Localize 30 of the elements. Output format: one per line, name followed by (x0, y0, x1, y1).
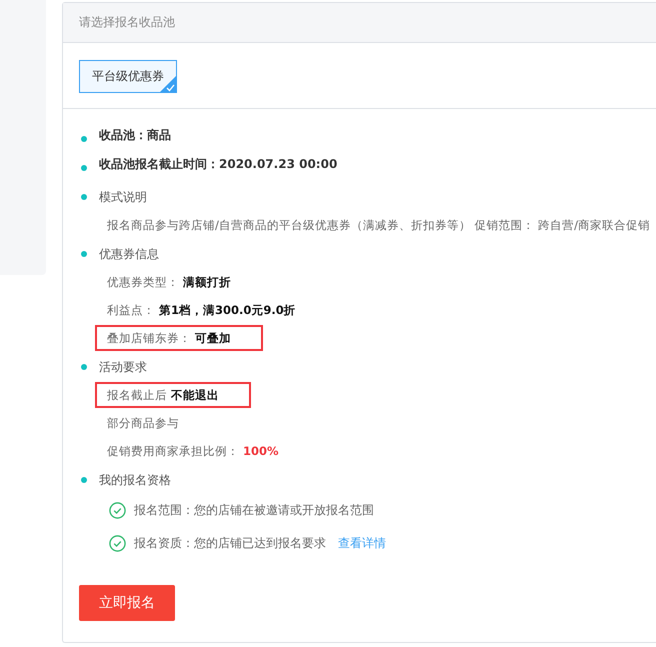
check-text: 报名资质：您的店铺已达到报名要求 (134, 535, 326, 552)
check-text: 报名范围：您的店铺在被邀请或开放报名范围 (134, 502, 374, 519)
info-label: 叠加店铺东券： (107, 330, 191, 346)
info-value: 满额打折 (183, 274, 231, 290)
info-label: 部分商品参与 (107, 416, 179, 430)
section-title: 我的报名资格 (99, 472, 171, 488)
info-label: 报名截止后 (107, 388, 167, 402)
section-title: 优惠券信息 (99, 246, 159, 262)
bullet-dot (81, 165, 87, 171)
header-title: 请选择报名收品池 (79, 14, 175, 31)
details-link[interactable]: 查看详情 (338, 535, 386, 552)
info-label: 促销费用商家承担比例： (107, 444, 239, 458)
info-value: 100% (243, 444, 279, 458)
bullet-dot (81, 251, 87, 257)
info-label: 报名商品参与跨店铺/自营商品的平台级优惠券（满减券、折扣券等） 促销范围： 跨自营/商家联合促销 (107, 218, 650, 232)
bullet-dot (81, 136, 87, 142)
bullet-dot (81, 477, 87, 483)
info-label: 利益点： (107, 302, 155, 318)
info-value: 可叠加 (195, 330, 231, 346)
section-title: 活动要求 (99, 358, 147, 376)
bullet-dot (81, 364, 87, 370)
info-value: 第1档，满300.0元9.0折 (159, 302, 296, 318)
info-label: 优惠券类型： (107, 274, 179, 290)
section-title: 收品池：商品 (99, 126, 171, 144)
submit-button[interactable]: 立即报名 (79, 585, 175, 621)
section-title: 模式说明 (99, 188, 147, 206)
section-title: 收品池报名截止时间：2020.07.23 00:00 (99, 156, 338, 172)
info-value: 不能退出 (171, 388, 219, 402)
pool-option[interactable]: 平台级优惠券 (79, 60, 177, 93)
bullet-dot (81, 194, 87, 200)
